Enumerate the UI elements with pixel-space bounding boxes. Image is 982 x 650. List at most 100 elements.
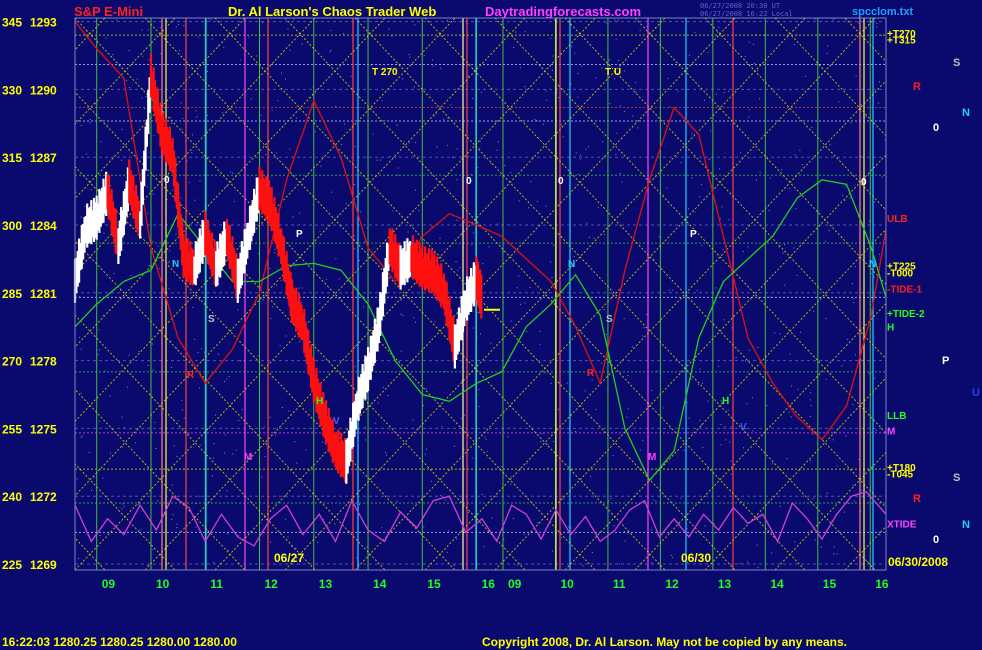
star [490,163,492,164]
chart-marker-label: P [296,229,303,240]
star [586,222,588,224]
star [784,284,786,286]
star [616,132,618,134]
planet-label: 0 [933,534,939,546]
star [292,216,294,218]
chart-marker-label: M [648,452,656,463]
star [756,179,757,181]
star [724,426,726,428]
chart-marker-label: 0 [164,175,170,186]
star [121,159,122,161]
star [149,265,151,266]
star [389,155,391,157]
star [481,493,483,495]
star [400,350,402,352]
star [194,199,196,201]
star [613,525,615,527]
star [702,382,704,384]
star [497,141,499,143]
star [89,118,91,120]
star [854,500,856,502]
star [744,55,746,57]
y-tick-left: 255 [2,422,22,436]
star [396,500,398,502]
star [669,106,671,108]
star [662,194,664,196]
star [176,527,178,529]
y-tick-right: 1269 [30,558,57,572]
star [651,390,653,391]
star [414,24,416,26]
star [825,378,827,380]
star [757,347,759,348]
star [611,293,613,295]
star [793,247,795,249]
star [468,156,470,158]
star [385,452,386,454]
star [365,439,367,441]
level-label: ULB [887,214,908,225]
star [666,187,668,189]
star [747,561,749,563]
star [770,177,771,179]
star [446,551,448,553]
star [699,196,701,198]
star [148,59,150,61]
star [754,62,756,64]
star [820,546,822,548]
star [613,78,615,79]
star [610,498,612,499]
star [121,128,123,130]
x-tick-label: 10 [156,577,170,591]
star [450,104,452,106]
y-tick-right: 1275 [30,422,57,436]
star [80,348,82,350]
star [293,18,295,20]
star [345,203,347,205]
star [329,51,331,53]
planet-label: N [962,107,970,119]
star [537,522,539,524]
star [102,314,104,316]
star [826,52,828,54]
star [517,564,519,566]
x-tick-label: 13 [718,577,732,591]
star [121,416,123,418]
star [735,357,737,359]
star [145,96,147,98]
star [452,156,453,158]
star [213,443,215,445]
star [849,197,851,199]
star [269,416,271,418]
y-tick-right: 1284 [30,219,57,233]
star [439,237,441,239]
star [110,452,111,454]
star [146,186,148,188]
star [401,299,402,301]
site-link[interactable]: Daytradingforecasts.com [485,4,641,19]
star [176,455,178,457]
star [748,116,750,118]
star [720,424,722,426]
star [595,77,597,79]
star [358,260,360,261]
filename: spcclom.txt [852,6,913,18]
star [80,436,82,438]
star [388,28,390,30]
star [381,527,383,529]
level-label: H [887,323,894,334]
star [192,306,194,308]
star [172,189,174,191]
star [670,532,672,534]
star [524,31,526,33]
star [814,539,816,541]
star [222,112,224,114]
star [460,418,462,420]
star [232,453,234,455]
star [851,283,853,284]
star [330,29,332,31]
star [268,506,270,507]
star [113,272,115,274]
star [235,449,237,451]
star [471,457,473,459]
